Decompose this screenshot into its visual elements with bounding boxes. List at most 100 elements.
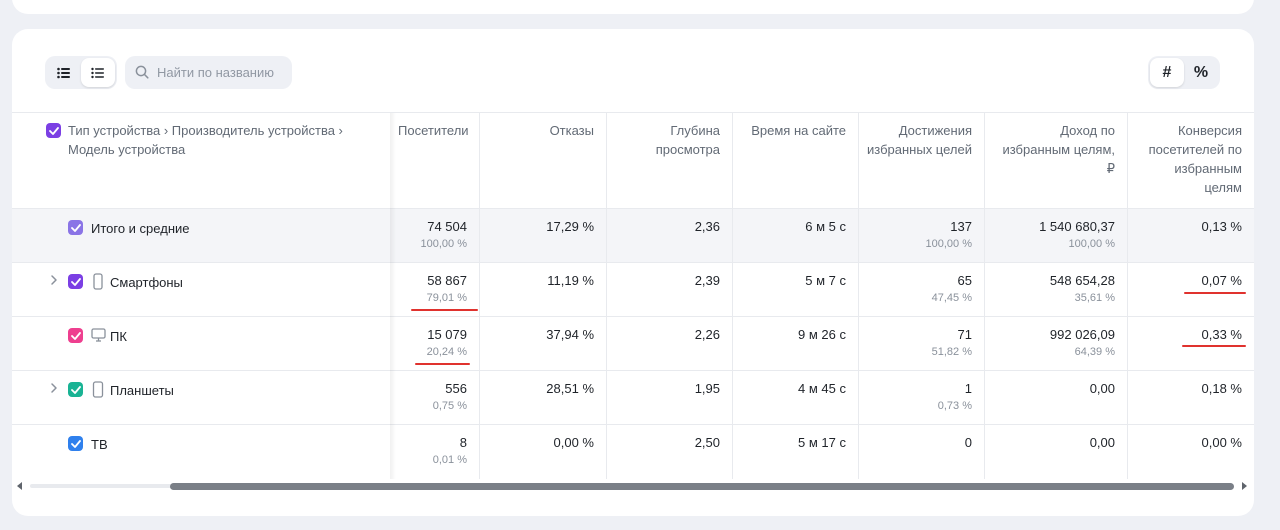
value: 6 м 5 с [805,219,846,234]
cell-time: 5 м 17 с [733,425,859,479]
cell-revenue: 548 654,28 35,61 % [985,263,1128,317]
value: 74 504 [427,219,467,234]
value: 0,00 % [553,435,594,450]
list-view-button[interactable] [47,58,81,87]
expand-chevron-icon[interactable] [50,274,58,286]
value: 2,39 [694,273,720,288]
cell-goals: 0 [859,425,985,479]
column-header-time[interactable]: Время на сайте [733,113,859,208]
table-row-pc: ПК 15 079 20,24 % 37,94 % 2,26 9 м 26 с 7… [12,316,1254,371]
value: 58 867 [427,273,467,288]
share: 0,75 % [432,400,467,412]
cell-conversion: 0,18 % [1128,371,1254,425]
cell-bounces: 17,29 % [480,209,607,263]
annotation-underline [1184,292,1246,294]
cell-revenue: 0,00 [985,425,1128,479]
cell-visitors: 8 0,01 % [392,425,480,479]
value: 17,29 % [546,219,594,234]
row-label: Итого и средние [91,221,190,236]
sticky-column-shadow [390,113,396,479]
column-header-bounces[interactable]: Отказы [480,113,607,208]
share: 100,00 % [420,238,467,250]
value: 65 [957,273,972,288]
absolute-values-button[interactable]: # [1150,58,1184,87]
scrollbar-thumb[interactable] [170,483,1234,490]
checkmark-icon [70,331,81,340]
report-table: Тип устройства › Производитель устройств… [12,112,1254,479]
value: 0 [964,435,972,450]
dimension-cell: ПК [12,317,392,371]
row-checkbox[interactable] [68,220,83,235]
row-checkbox[interactable] [68,274,83,289]
share: 0,01 % [432,454,467,466]
share: 0,73 % [937,400,972,412]
cell-goals: 71 51,82 % [859,317,985,371]
desktop-icon [91,328,106,342]
checkmark-icon [48,126,59,135]
value-mode-toggle: # % [1148,56,1220,89]
table-row-tv: ТВ 8 0,01 % 0,00 % 2,50 5 м 17 с 0 0,00 0… [12,424,1254,479]
value: 0,18 % [1201,381,1242,396]
cell-goals: 137 100,00 % [859,209,985,263]
dimension-cell: Смартфоны [12,263,392,317]
share: 79,01 % [426,292,467,304]
tree-view-button[interactable] [81,58,115,87]
cell-depth: 2,50 [607,425,733,479]
value: 0,00 [1089,435,1115,450]
value: 8 [459,435,467,450]
search-input[interactable] [157,56,287,89]
tree-list-icon [91,67,104,78]
value: 0,33 % [1201,327,1242,342]
checkmark-icon [70,385,81,394]
value: 4 м 45 с [798,381,846,396]
header-checkbox[interactable] [46,123,61,138]
column-header-depth[interactable]: Глубина просмотра [607,113,733,208]
percent-values-button[interactable]: % [1184,58,1218,87]
expand-chevron-icon[interactable] [50,382,58,394]
value: 28,51 % [546,381,594,396]
scroll-left-arrow-icon[interactable] [16,481,24,491]
view-toggle [45,56,117,89]
row-checkbox[interactable] [68,328,83,343]
value: 556 [445,381,467,396]
value: 15 079 [427,327,467,342]
cell-conversion: 0,33 % [1128,317,1254,371]
row-checkbox[interactable] [68,436,83,451]
cell-depth: 2,39 [607,263,733,317]
value: 992 026,09 [1049,327,1115,342]
column-header-goals[interactable]: Достижения избранных целей [859,113,985,208]
column-header-revenue[interactable]: Доход по избранным целям, ₽ [985,113,1128,208]
column-header-visitors[interactable]: Посетители [392,113,480,208]
checkmark-icon [70,223,81,232]
column-header-conversion[interactable]: Конверсия посетителей по избранным целям [1128,113,1254,208]
report-table-card: # % Тип устройства › Производитель устро… [12,29,1254,516]
checkmark-icon [70,277,81,286]
dimension-cell: ТВ [12,425,392,479]
cell-bounces: 37,94 % [480,317,607,371]
table-row-tablets: Планшеты 556 0,75 % 28,51 % 1,95 4 м 45 с… [12,370,1254,425]
row-label: ПК [110,329,127,344]
value: 1,95 [694,381,720,396]
smartphone-icon [93,273,103,290]
cell-depth: 1,95 [607,371,733,425]
checkmark-icon [70,439,81,448]
scroll-right-arrow-icon[interactable] [1240,481,1248,491]
horizontal-scrollbar[interactable] [12,478,1254,494]
share: 51,82 % [931,346,972,358]
cell-bounces: 28,51 % [480,371,607,425]
row-checkbox[interactable] [68,382,83,397]
cell-goals: 1 0,73 % [859,371,985,425]
row-label: ТВ [91,437,108,452]
cell-time: 6 м 5 с [733,209,859,263]
value: 9 м 26 с [798,327,846,342]
table-row-total: Итого и средние 74 504 100,00 % 17,29 % 2… [12,208,1254,263]
cell-depth: 2,26 [607,317,733,371]
cell-revenue: 0,00 [985,371,1128,425]
value: 137 [950,219,972,234]
value: 11,19 % [547,273,594,288]
dimension-header[interactable]: Тип устройства › Производитель устройств… [68,121,368,159]
value: 2,26 [694,327,720,342]
annotation-underline [411,309,478,311]
value: 71 [957,327,972,342]
share: 20,24 % [426,346,467,358]
